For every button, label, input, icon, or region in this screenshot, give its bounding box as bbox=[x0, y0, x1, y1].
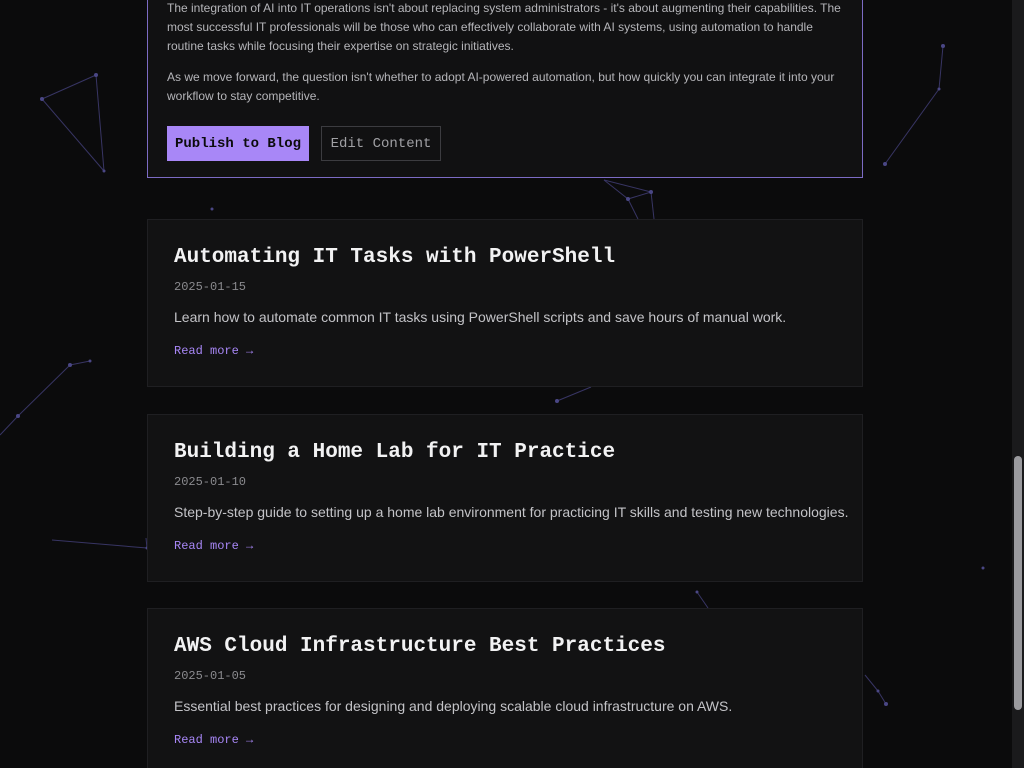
post-excerpt: Essential best practices for designing a… bbox=[174, 698, 733, 714]
edit-content-button[interactable]: Edit Content bbox=[321, 126, 441, 161]
post-excerpt: Learn how to automate common IT tasks us… bbox=[174, 309, 787, 325]
generated-paragraph: The integration of AI into IT operations… bbox=[167, 1, 841, 53]
post-date: 2025-01-05 bbox=[174, 669, 247, 683]
publish-to-blog-button[interactable]: Publish to Blog bbox=[167, 126, 309, 161]
read-more-link[interactable]: Read more → bbox=[174, 539, 253, 553]
read-more-link[interactable]: Read more → bbox=[174, 733, 253, 747]
generated-paragraph: As we move forward, the question isn't w… bbox=[167, 70, 835, 103]
post-title[interactable]: Automating IT Tasks with PowerShell bbox=[174, 246, 615, 269]
scrollbar-thumb[interactable] bbox=[1014, 456, 1022, 710]
post-excerpt: Step-by-step guide to setting up a home … bbox=[174, 504, 849, 520]
post-date: 2025-01-15 bbox=[174, 280, 247, 294]
blog-post-card: AWS Cloud Infrastructure Best Practices … bbox=[147, 608, 863, 768]
post-title[interactable]: Building a Home Lab for IT Practice bbox=[174, 441, 615, 464]
generated-content-panel: The integration of AI into IT operations… bbox=[147, 0, 863, 178]
page-scrollbar[interactable] bbox=[1012, 0, 1024, 768]
blog-post-card: Building a Home Lab for IT Practice 2025… bbox=[147, 414, 863, 582]
blog-post-card: Automating IT Tasks with PowerShell 2025… bbox=[147, 219, 863, 387]
post-date: 2025-01-10 bbox=[174, 475, 247, 489]
read-more-link[interactable]: Read more → bbox=[174, 344, 253, 358]
post-title[interactable]: AWS Cloud Infrastructure Best Practices bbox=[174, 635, 665, 658]
